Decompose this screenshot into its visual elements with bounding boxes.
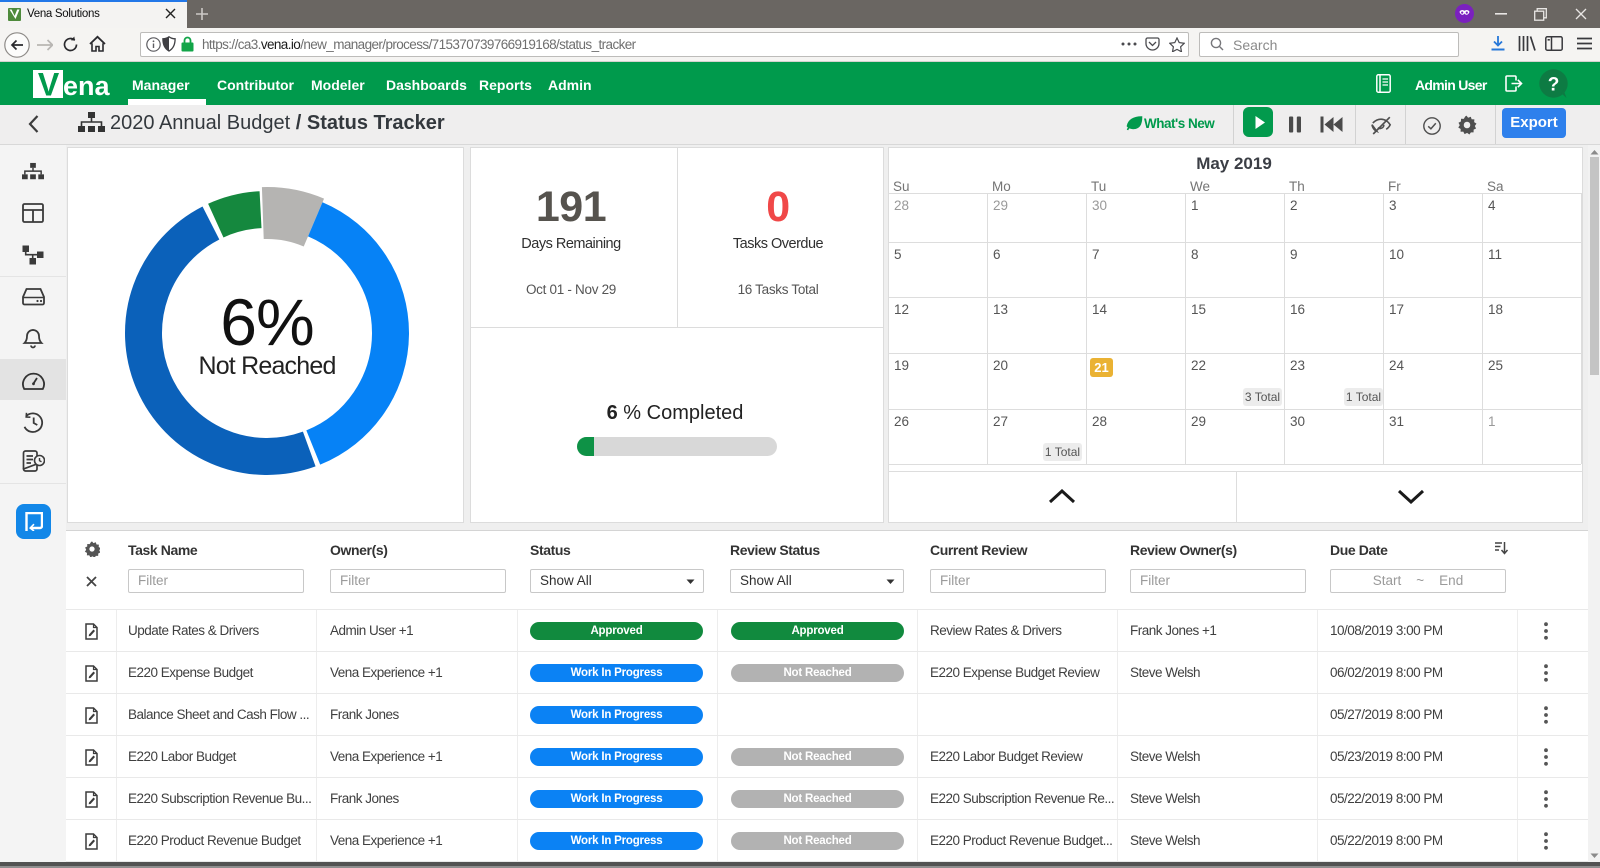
svg-text:6%: 6% <box>220 285 313 359</box>
svg-text:Not Reached: Not Reached <box>198 352 335 380</box>
svg-text:?: ? <box>1548 75 1560 96</box>
svg-text:V: V <box>38 69 60 99</box>
svg-text:ena: ena <box>63 71 111 99</box>
